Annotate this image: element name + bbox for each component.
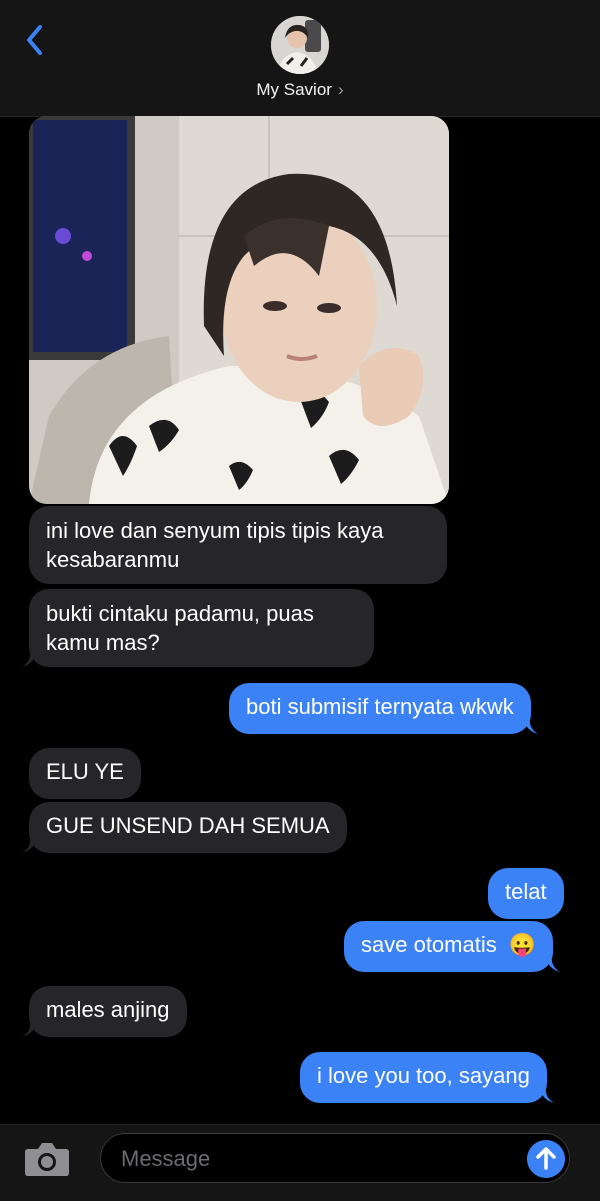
message-bubble-outgoing[interactable]: i love you too, sayang: [300, 1052, 554, 1103]
message-bubble-incoming[interactable]: males anjing: [22, 986, 187, 1037]
message-text: boti submisif ternyata wkwk: [246, 694, 514, 719]
message-bubble-outgoing[interactable]: telat: [488, 868, 564, 919]
message-bubble-incoming[interactable]: GUE UNSEND DAH SEMUA: [22, 802, 347, 853]
contact-name-label: My Savior: [256, 80, 332, 99]
message-bubble-incoming[interactable]: ELU YE: [29, 748, 141, 799]
bubble-tail: [539, 1085, 554, 1103]
message-input[interactable]: [119, 1143, 503, 1175]
message-text: i love you too, sayang: [317, 1063, 530, 1088]
message-text: GUE UNSEND DAH SEMUA: [46, 813, 330, 838]
message-text: ELU YE: [46, 759, 124, 784]
conversation-header: My Savior ›: [0, 0, 600, 117]
bubble-tail: [546, 954, 561, 972]
message-text: telat: [505, 879, 547, 904]
message-bubble-outgoing[interactable]: save otomatis 😛: [344, 921, 561, 972]
message-bubble-incoming[interactable]: ini love dan senyum tipis tipis kaya kes…: [29, 506, 447, 584]
bubble-tail: [22, 649, 36, 667]
message-bubble-incoming[interactable]: bukti cintaku padamu, puas kamu mas?: [22, 589, 374, 667]
message-bubble-outgoing[interactable]: boti submisif ternyata wkwk: [229, 683, 538, 734]
message-text: kesabaranmu: [46, 547, 180, 572]
arrow-up-icon[interactable]: [527, 1140, 565, 1178]
message-text: save otomatis: [361, 932, 497, 957]
tongue-emoji-icon: 😛: [508, 932, 537, 957]
camera-icon[interactable]: [24, 1141, 70, 1177]
bubble-tail: [22, 1019, 36, 1037]
bubble-tail: [22, 835, 36, 853]
avatar[interactable]: [271, 16, 329, 74]
message-text: kamu mas?: [46, 630, 160, 655]
chevron-right-icon: ›: [337, 80, 344, 99]
chevron-left-icon[interactable]: [18, 22, 54, 58]
message-text: males anjing: [46, 997, 170, 1022]
photo-message[interactable]: [29, 116, 449, 504]
bubble-tail: [523, 716, 538, 734]
message-text: bukti cintaku padamu, puas: [46, 601, 314, 626]
contact-name[interactable]: My Savior ›: [0, 80, 600, 100]
message-text: ini love dan senyum tipis tipis kaya: [46, 518, 384, 543]
message-field[interactable]: [100, 1133, 570, 1183]
